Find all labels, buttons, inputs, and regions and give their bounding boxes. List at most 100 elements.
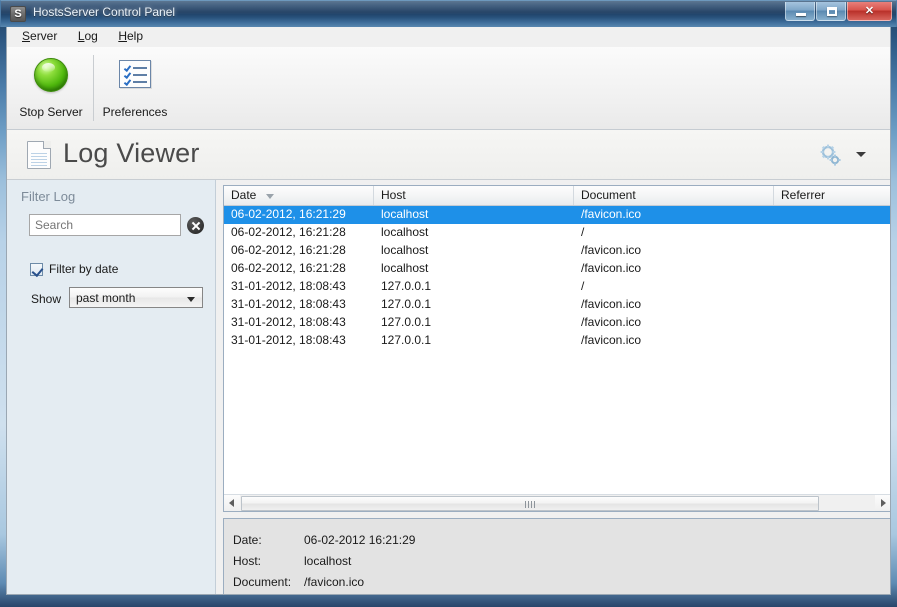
menu-accel-help: H xyxy=(118,29,127,43)
document-lined-icon xyxy=(27,141,51,169)
cell-host: 127.0.0.1 xyxy=(381,315,576,329)
toolbar-separator xyxy=(93,55,94,121)
cell-host: localhost xyxy=(381,243,576,257)
preferences-button[interactable]: Preferences xyxy=(95,52,175,126)
cell-date: 06-02-2012, 16:21:28 xyxy=(231,261,376,275)
cell-date: 31-01-2012, 18:08:43 xyxy=(231,297,376,311)
show-range-value: past month xyxy=(76,291,135,305)
filter-log-heading: Filter Log xyxy=(21,189,75,204)
detail-label-date: Date: xyxy=(233,533,262,547)
cell-document: /favicon.ico xyxy=(581,333,776,347)
table-row[interactable]: 31-01-2012, 18:08:43 127.0.0.1/favicon.ic… xyxy=(224,296,891,314)
table-header-row: Date Host Document Referrer xyxy=(224,186,891,206)
app-icon-s: S xyxy=(10,6,26,22)
minimize-icon xyxy=(796,13,806,16)
menu-item-log[interactable]: Log xyxy=(71,27,107,45)
page-title: Log Viewer xyxy=(63,138,200,169)
show-label: Show xyxy=(31,292,61,306)
cell-host: localhost xyxy=(381,261,576,275)
cell-document: /favicon.ico xyxy=(581,261,776,275)
cell-date: 31-01-2012, 18:08:43 xyxy=(231,279,376,293)
menu-bar: Server Log Help xyxy=(7,27,890,47)
scroll-grip-icon xyxy=(525,501,535,508)
cell-host: 127.0.0.1 xyxy=(381,333,576,347)
column-header-referrer[interactable]: Referrer xyxy=(774,186,891,205)
minimize-button[interactable] xyxy=(785,2,815,21)
stop-server-button[interactable]: Stop Server xyxy=(11,52,91,126)
column-header-document[interactable]: Document xyxy=(574,186,774,205)
show-range-select[interactable]: past month xyxy=(69,287,203,308)
column-header-date-label: Date xyxy=(231,188,256,202)
cell-document: / xyxy=(581,279,776,293)
window-title: HostsServer Control Panel xyxy=(33,5,175,19)
close-icon: ✕ xyxy=(848,2,891,20)
stop-server-label: Stop Server xyxy=(11,105,91,119)
filter-sidebar: Filter Log Filter by date Show past mont… xyxy=(7,180,216,595)
cell-document: /favicon.ico xyxy=(581,207,776,221)
preferences-label: Preferences xyxy=(95,105,175,119)
table-row[interactable]: 31-01-2012, 18:08:43 127.0.0.1 / xyxy=(224,278,891,296)
menu-rest-help: elp xyxy=(127,29,143,43)
search-input[interactable] xyxy=(29,214,181,236)
green-sphere-icon xyxy=(34,58,68,92)
table-row[interactable]: 31-01-2012, 18:08:43 127.0.0.1/favicon.ic… xyxy=(224,314,891,332)
cell-document: /favicon.ico xyxy=(581,297,776,311)
cell-host: localhost xyxy=(381,225,576,239)
detail-panel: Date: 06-02-2012 16:21:29 Host: localhos… xyxy=(223,518,891,595)
menu-item-help[interactable]: Help xyxy=(111,27,152,45)
table-row[interactable]: 06-02-2012, 16:21:28 localhost / xyxy=(224,224,891,242)
column-header-host[interactable]: Host xyxy=(374,186,574,205)
menu-rest-server: erver xyxy=(30,29,57,43)
cell-document: / xyxy=(581,225,776,239)
toolbar: Stop Server Preferences xyxy=(7,47,890,130)
window-frame: S HostsServer Control Panel ✕ Server Log… xyxy=(0,0,897,607)
filter-by-date-checkbox[interactable] xyxy=(30,263,43,276)
cell-date: 06-02-2012, 16:21:29 xyxy=(231,207,376,221)
detail-label-host: Host: xyxy=(233,554,261,568)
menu-accel-server: S xyxy=(22,29,30,43)
table-row[interactable]: 06-02-2012, 16:21:28 localhost/favicon.ic… xyxy=(224,260,891,278)
arrow-left-icon[interactable] xyxy=(224,495,240,511)
client-area: Server Log Help Stop Server Prefe xyxy=(6,27,891,595)
detail-row-date: Date: 06-02-2012 16:21:29 xyxy=(224,533,891,552)
detail-value-date: 06-02-2012 16:21:29 xyxy=(304,533,415,547)
cell-host: localhost xyxy=(381,207,576,221)
cell-document: /favicon.ico xyxy=(581,315,776,329)
detail-row-host: Host: localhost xyxy=(224,554,891,573)
checklist-icon xyxy=(119,60,151,88)
menu-item-server[interactable]: Server xyxy=(15,27,66,45)
cell-date: 31-01-2012, 18:08:43 xyxy=(231,333,376,347)
maximize-button[interactable] xyxy=(816,2,846,21)
log-table: Date Host Document Referrer 06-02-2012, … xyxy=(223,185,891,512)
menu-accel-log: L xyxy=(78,29,85,43)
filter-by-date-label: Filter by date xyxy=(49,262,118,276)
cell-date: 31-01-2012, 18:08:43 xyxy=(231,315,376,329)
cell-host: 127.0.0.1 xyxy=(381,279,576,293)
clear-circle-x-icon[interactable] xyxy=(187,217,204,234)
maximize-icon xyxy=(827,7,837,16)
table-row[interactable]: 06-02-2012, 16:21:28 localhost/favicon.ic… xyxy=(224,242,891,260)
page-header: Log Viewer xyxy=(7,130,890,180)
detail-value-host: localhost xyxy=(304,554,351,568)
detail-value-document: /favicon.ico xyxy=(304,575,364,589)
column-header-date[interactable]: Date xyxy=(224,186,374,205)
detail-row-document: Document: /favicon.ico xyxy=(224,575,891,594)
arrow-right-icon[interactable] xyxy=(875,495,891,511)
table-row[interactable]: 06-02-2012, 16:21:29 localhost/favicon.ic… xyxy=(224,206,891,224)
cell-date: 06-02-2012, 16:21:28 xyxy=(231,243,376,257)
cell-document: /favicon.ico xyxy=(581,243,776,257)
chevron-down-icon[interactable] xyxy=(856,152,866,157)
close-button[interactable]: ✕ xyxy=(847,2,892,21)
scrollbar-thumb[interactable] xyxy=(241,496,819,511)
title-bar: S HostsServer Control Panel ✕ xyxy=(0,0,897,27)
sort-desc-arrow-icon xyxy=(266,194,274,199)
chevron-down-icon xyxy=(187,297,195,302)
detail-label-document: Document: xyxy=(233,575,291,589)
table-body: 06-02-2012, 16:21:29 localhost/favicon.ic… xyxy=(224,206,891,493)
horizontal-scrollbar[interactable] xyxy=(224,494,891,511)
cell-host: 127.0.0.1 xyxy=(381,297,576,311)
gear-icon[interactable] xyxy=(818,143,842,167)
table-row[interactable]: 31-01-2012, 18:08:43 127.0.0.1/favicon.ic… xyxy=(224,332,891,350)
cell-date: 06-02-2012, 16:21:28 xyxy=(231,225,376,239)
menu-rest-log: og xyxy=(85,29,98,43)
